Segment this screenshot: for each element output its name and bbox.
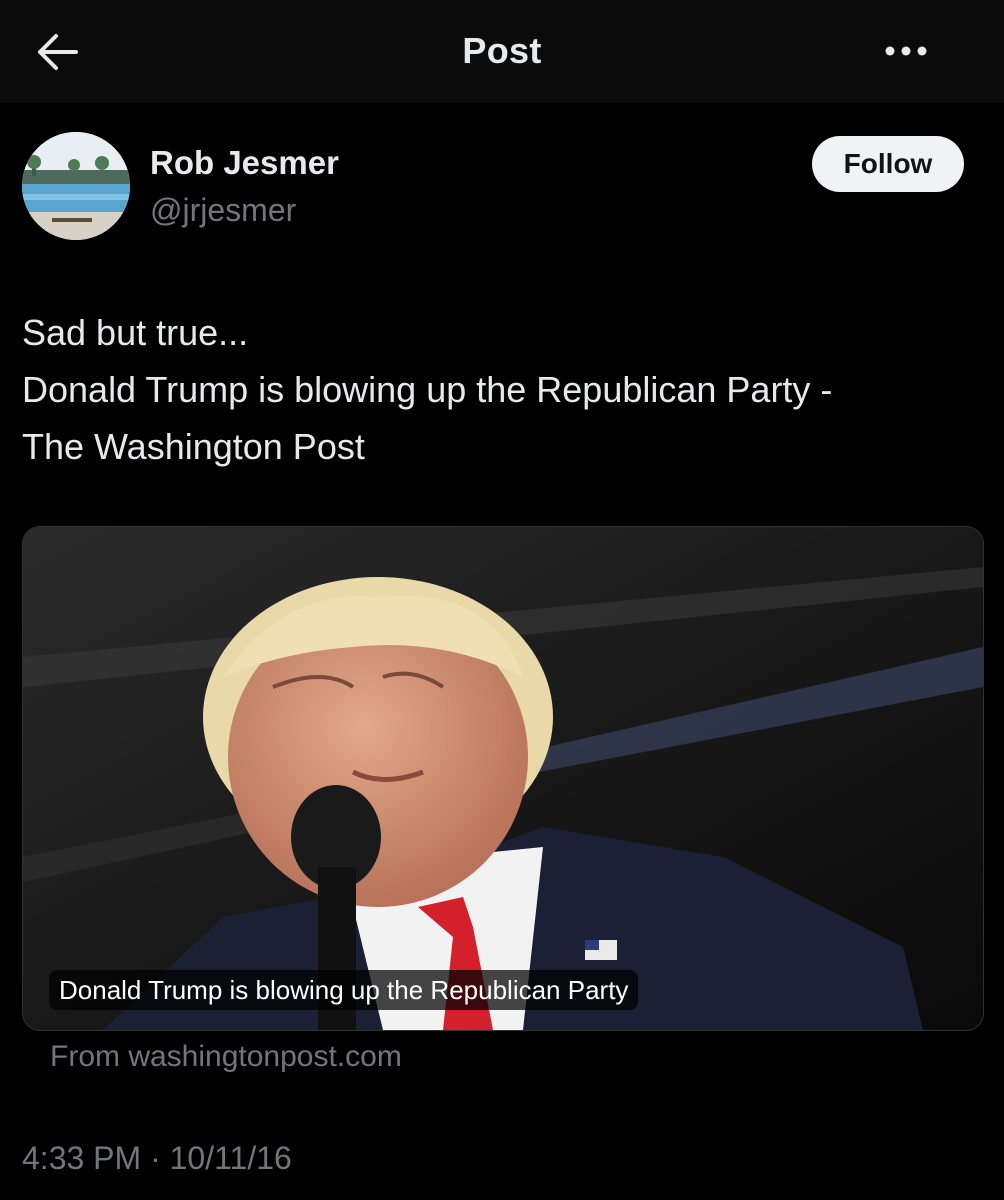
- author-name[interactable]: Rob Jesmer: [150, 144, 339, 182]
- post-timestamp[interactable]: 4:33 PM · 10/11/16: [22, 1140, 292, 1177]
- avatar[interactable]: [22, 132, 130, 240]
- more-horizontal-icon: [885, 46, 927, 56]
- top-bar: Post: [0, 0, 1004, 103]
- follow-button[interactable]: Follow: [812, 136, 964, 192]
- post-text-line: The Washington Post: [22, 426, 365, 467]
- author-handle[interactable]: @jrjesmer: [150, 192, 296, 229]
- article-photo: [23, 527, 983, 1030]
- post-text-line: Donald Trump is blowing up the Republica…: [22, 369, 833, 410]
- more-options-button[interactable]: [878, 36, 934, 66]
- link-preview-card[interactable]: Donald Trump is blowing up the Republica…: [22, 526, 984, 1031]
- link-card-domain[interactable]: From washingtonpost.com: [50, 1040, 402, 1074]
- post-text-line: Sad but true...: [22, 312, 249, 353]
- page-title: Post: [462, 30, 542, 71]
- post-text: Sad but true... Donald Trump is blowing …: [22, 304, 987, 475]
- link-card-headline: Donald Trump is blowing up the Republica…: [49, 970, 639, 1010]
- avatar-image: [22, 132, 130, 240]
